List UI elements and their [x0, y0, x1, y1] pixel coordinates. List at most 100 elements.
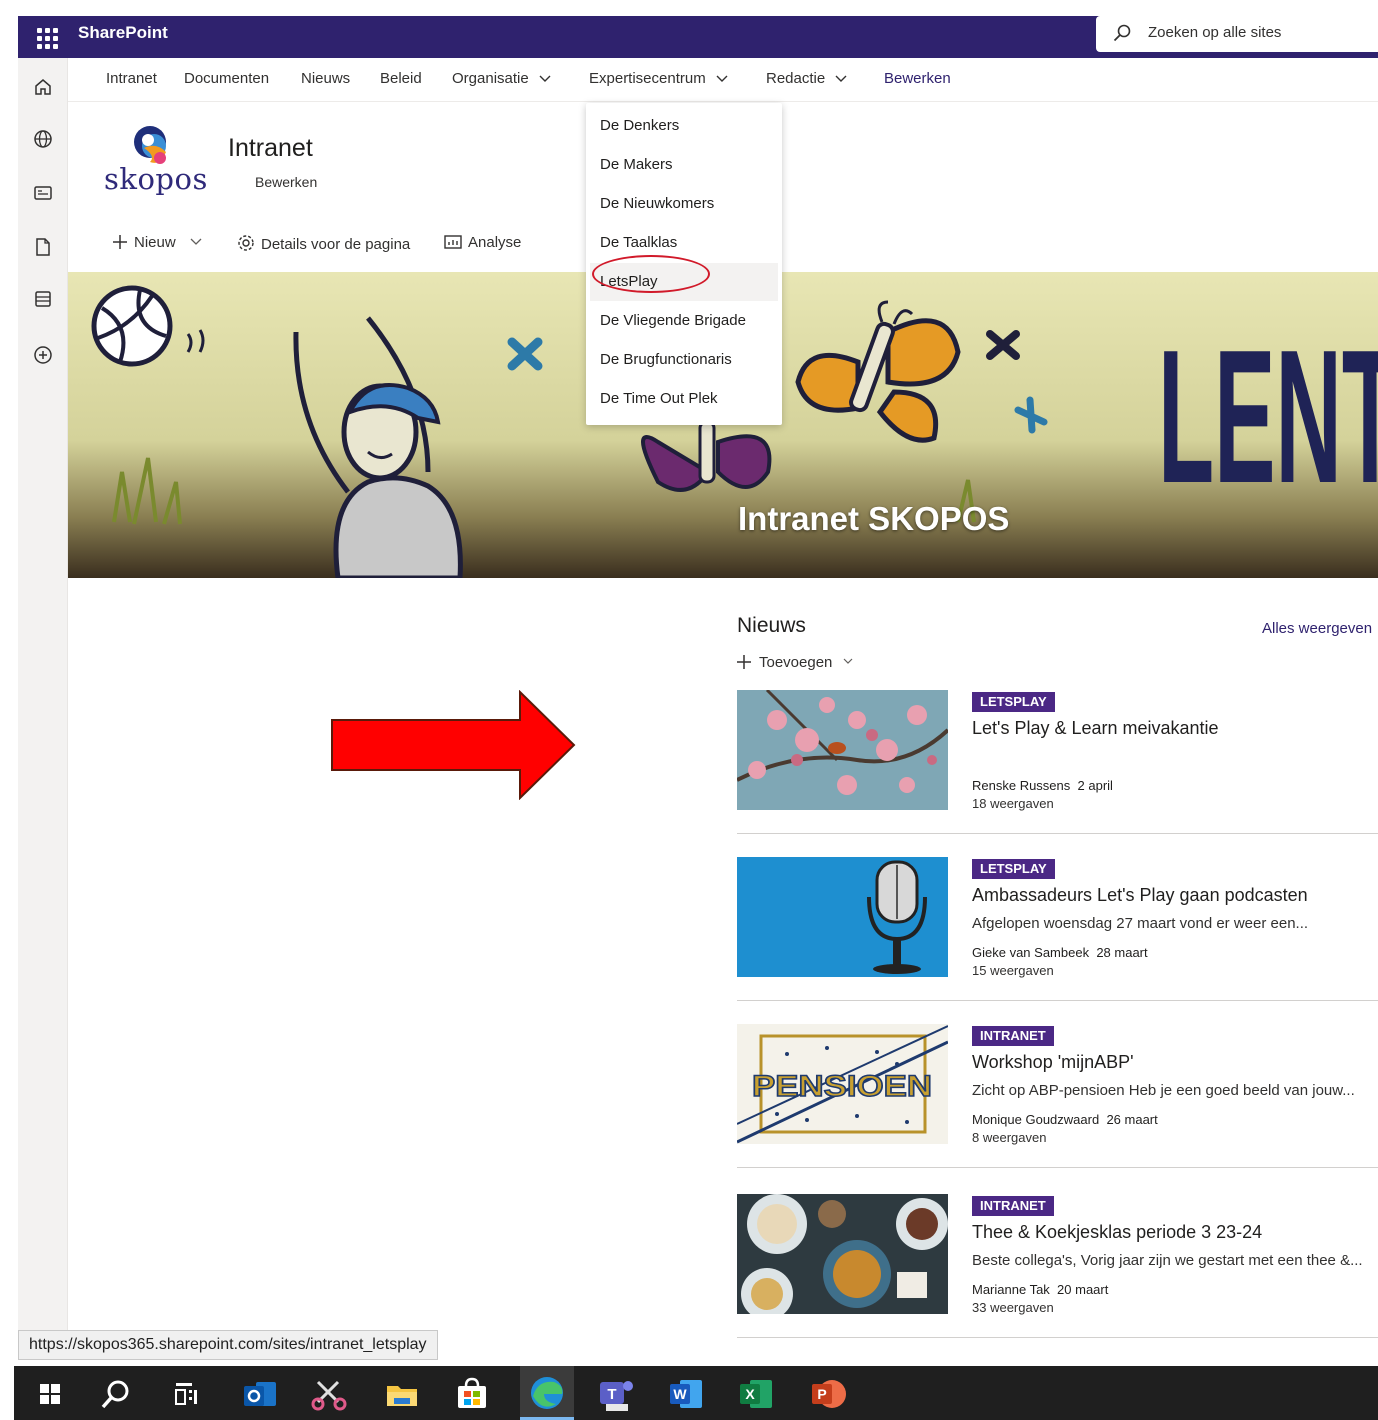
dropdown-item-de-taalklas[interactable]: De Taalklas: [590, 224, 778, 262]
gear-icon: [238, 235, 254, 251]
analytics-button[interactable]: Analyse: [444, 234, 521, 251]
document-icon[interactable]: [32, 236, 54, 258]
nav-item-redactie[interactable]: Redactie: [766, 70, 847, 87]
nav-item-intranet[interactable]: Intranet: [106, 70, 157, 87]
outlook-icon[interactable]: [240, 1374, 280, 1414]
news-thumbnail-blossom: [737, 690, 948, 810]
add-news-button[interactable]: Toevoegen: [737, 654, 861, 671]
word-icon[interactable]: W: [666, 1374, 706, 1414]
site-title: Intranet: [228, 134, 313, 162]
news-author[interactable]: Gieke van Sambeek: [972, 945, 1089, 960]
list-icon[interactable]: [32, 288, 54, 310]
dropdown-item-de-brugfunctionaris[interactable]: De Brugfunctionaris: [590, 341, 778, 379]
news-meta: Renske Russens 2 april: [972, 778, 1113, 793]
logo-text: skopos: [104, 162, 208, 196]
page-details-button[interactable]: Details voor de pagina: [237, 234, 410, 253]
chevron-down-icon: [190, 238, 202, 245]
nav-item-label: Expertisecentrum: [589, 70, 706, 87]
news-views: 8 weergaven: [972, 1130, 1047, 1145]
globe-icon[interactable]: [32, 128, 54, 150]
app-bar: [18, 58, 68, 1358]
chevron-down-icon: [843, 658, 853, 664]
news-description: Zicht op ABP-pensioen Heb je een goed be…: [972, 1082, 1355, 1099]
excel-icon[interactable]: X: [736, 1374, 776, 1414]
news-title-link[interactable]: Let's Play & Learn meivakantie: [972, 718, 1219, 739]
news-author[interactable]: Monique Goudzwaard: [972, 1112, 1099, 1127]
news-date: 2 april: [1077, 778, 1113, 793]
status-url: https://skopos365.sharepoint.com/sites/i…: [18, 1330, 438, 1360]
chevron-down-icon: [716, 75, 728, 83]
dropdown-item-de-nieuwkomers[interactable]: De Nieuwkomers: [590, 185, 778, 223]
plus-icon: [737, 655, 751, 669]
nav-edit-link[interactable]: Bewerken: [884, 70, 951, 87]
news-item[interactable]: INTRANET Thee & Koekjesklas periode 3 23…: [737, 1194, 1378, 1359]
snipping-tool-icon[interactable]: [310, 1374, 350, 1414]
news-date: 28 maart: [1096, 945, 1148, 960]
analytics-icon: [444, 235, 462, 249]
svg-text:T: T: [607, 1386, 616, 1403]
site-logo[interactable]: skopos: [100, 122, 210, 202]
news-author[interactable]: Marianne Tak: [972, 1282, 1050, 1297]
hero-banner-text: LENT: [1158, 311, 1378, 523]
new-button[interactable]: Nieuw: [112, 234, 208, 251]
news-category-badge[interactable]: LETSPLAY: [972, 859, 1055, 879]
news-item[interactable]: LETSPLAY Ambassadeurs Let's Play gaan po…: [737, 857, 1378, 1022]
news-date: 26 maart: [1106, 1112, 1158, 1127]
chevron-down-icon: [539, 75, 551, 83]
search-input[interactable]: Zoeken op alle sites: [1096, 16, 1378, 52]
news-icon[interactable]: [32, 182, 54, 204]
nav-item-nieuws[interactable]: Nieuws: [301, 70, 350, 87]
see-all-link[interactable]: Alles weergeven: [1262, 620, 1372, 637]
news-thumbnail-cookies: [737, 1194, 948, 1314]
nav-item-documenten[interactable]: Documenten: [184, 70, 269, 87]
news-category-badge[interactable]: INTRANET: [972, 1196, 1054, 1216]
news-item[interactable]: LETSPLAY Let's Play & Learn meivakantie …: [737, 690, 1378, 855]
teams-icon[interactable]: T: [596, 1374, 636, 1414]
news-item[interactable]: PENSIOEN INTRANET Workshop 'mijnABP' Zic…: [737, 1024, 1378, 1189]
news-title-link[interactable]: Workshop 'mijnABP': [972, 1052, 1134, 1073]
powerpoint-icon[interactable]: P: [808, 1374, 848, 1414]
svg-text:X: X: [745, 1386, 755, 1402]
app-name[interactable]: SharePoint: [78, 16, 168, 50]
nav-item-label: Organisatie: [452, 70, 529, 87]
edge-icon[interactable]: [520, 1366, 574, 1420]
taskbar: T W X P: [14, 1366, 1378, 1420]
news-author[interactable]: Renske Russens: [972, 778, 1070, 793]
news-description: Beste collega's, Vorig jaar zijn we gest…: [972, 1252, 1363, 1269]
dropdown-item-de-vliegende-brigade[interactable]: De Vliegende Brigade: [590, 302, 778, 340]
app-launcher-icon[interactable]: [32, 24, 58, 50]
search-placeholder: Zoeken op alle sites: [1148, 24, 1282, 41]
news-category-badge[interactable]: INTRANET: [972, 1026, 1054, 1046]
dropdown-item-de-time-out-plek[interactable]: De Time Out Plek: [590, 380, 778, 418]
annotation-highlight-circle: [592, 255, 710, 293]
divider: [737, 1000, 1378, 1001]
news-title-link[interactable]: Ambassadeurs Let's Play gaan podcasten: [972, 885, 1308, 906]
file-explorer-icon[interactable]: [382, 1374, 422, 1414]
site-edit-link[interactable]: Bewerken: [255, 174, 317, 190]
news-description: Afgelopen woensdag 27 maart vond er weer…: [972, 915, 1309, 932]
news-category-badge[interactable]: LETSPLAY: [972, 692, 1055, 712]
nav-item-organisatie[interactable]: Organisatie: [452, 70, 551, 87]
news-meta: Monique Goudzwaard 26 maart: [972, 1112, 1158, 1127]
nav-item-expertisecentrum[interactable]: Expertisecentrum: [589, 70, 728, 87]
home-icon[interactable]: [32, 76, 54, 98]
plus-icon: [113, 235, 127, 249]
news-thumbnail-microphone: [737, 857, 948, 977]
nav-item-beleid[interactable]: Beleid: [380, 70, 422, 87]
page-details-label: Details voor de pagina: [261, 236, 411, 253]
store-icon[interactable]: [452, 1374, 492, 1414]
task-view-icon[interactable]: [166, 1374, 206, 1414]
divider: [737, 1167, 1378, 1168]
news-meta: Gieke van Sambeek 28 maart: [972, 945, 1148, 960]
news-title-link[interactable]: Thee & Koekjesklas periode 3 23-24: [972, 1222, 1262, 1243]
analytics-label: Analyse: [468, 234, 522, 251]
svg-text:P: P: [817, 1386, 826, 1402]
sharepoint-page: SharePoint Zoeken op alle sites Intranet…: [0, 0, 1378, 1420]
dropdown-item-de-denkers[interactable]: De Denkers: [590, 107, 778, 145]
dropdown-item-de-makers[interactable]: De Makers: [590, 146, 778, 184]
search-icon[interactable]: [96, 1374, 136, 1414]
create-icon[interactable]: [32, 344, 54, 366]
new-button-label: Nieuw: [134, 234, 176, 251]
news-section-title: Nieuws: [737, 614, 806, 637]
windows-start-icon[interactable]: [30, 1374, 70, 1414]
